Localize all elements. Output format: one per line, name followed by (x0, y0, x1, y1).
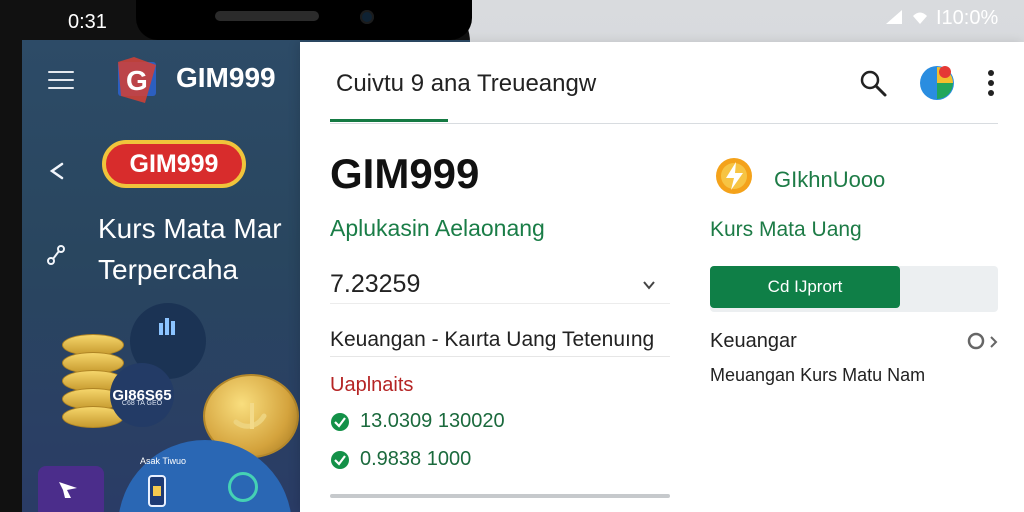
system-status-bar: I10:0% (884, 6, 1022, 30)
app-title: Cuivtu 9 ana Treueangw (336, 70, 597, 97)
meta-line: Meuangan Kurs Matu Nam (710, 365, 926, 385)
brand-small: GIM999 (176, 62, 276, 93)
value-dropdown[interactable]: 7.23259 (330, 270, 670, 304)
selected-value: 7.23259 (330, 270, 421, 298)
back-icon[interactable] (44, 157, 72, 185)
app-subtitle: Aplukasin Aelaonang (330, 215, 545, 241)
flag-icon (59, 482, 77, 498)
bottom-scroll-indicator (330, 494, 670, 498)
wifi-icon (913, 12, 927, 24)
menu-line (48, 87, 74, 89)
screenshot-canvas: I10:0% 0:31 G GIM999 GIM999 Kurs Mata Ma… (0, 0, 1024, 512)
lightning-coin-icon (716, 158, 752, 194)
hero-title: Kurs Mata Mar Terpercaha (98, 208, 308, 290)
right-brand: GIkhnUooo (774, 167, 886, 192)
share-icon[interactable] (43, 242, 71, 270)
svg-text:G: G (126, 65, 148, 96)
chart-icon (159, 318, 175, 335)
profile-icon[interactable] (917, 63, 957, 103)
status-text-1: 13.0309 130020 (360, 410, 505, 432)
search-icon[interactable] (858, 68, 888, 98)
radio-button-icon[interactable] (967, 332, 985, 350)
menu-line (48, 71, 74, 73)
description-divider (330, 356, 670, 357)
download-area: Cd IJprort (710, 266, 998, 312)
right-subtitle: Kurs Mata Uang (710, 218, 862, 241)
status-row-1: 13.0309 130020 (330, 410, 505, 433)
hero-line-1: Kurs Mata Mar (98, 213, 282, 244)
menu-button[interactable] (48, 71, 74, 89)
battery-status-text: I10:0% (936, 6, 999, 29)
menu-line (48, 79, 74, 81)
status-row-2: 0.9838 1000 (330, 448, 471, 471)
header-divider (330, 123, 998, 124)
circle-icon (228, 472, 258, 502)
download-button[interactable]: Cd IJprort (710, 266, 900, 308)
front-camera (360, 10, 374, 24)
chevron-down-icon (643, 281, 655, 290)
device-label: Asak Tiwuo (140, 456, 187, 466)
app-description: Keuangan - Kaırta Uang Tetenuıng (330, 328, 655, 351)
value-bubble-caption: C68 TA GEO (121, 400, 163, 407)
speaker-pill (215, 11, 319, 21)
hero-line-2: Terpercaha (98, 254, 239, 285)
brand-title: GIM999 (330, 150, 480, 197)
value-bubble: GI86S65 (110, 363, 174, 427)
device-icon (148, 475, 166, 507)
chevron-right-icon[interactable] (989, 335, 998, 349)
active-tab-indicator (330, 119, 448, 122)
gim-logo-icon: G (118, 57, 156, 103)
signal-icon (886, 10, 902, 24)
more-vertical-icon[interactable] (986, 68, 996, 98)
brand-pill: GIM999 (102, 140, 246, 188)
updates-label: Uaplnaits (330, 374, 414, 396)
check-circle-icon (331, 450, 349, 469)
phone-time: 0:31 (68, 11, 107, 33)
status-text-2: 0.9838 1000 (360, 448, 472, 470)
category-title: Keuangar (710, 330, 797, 352)
app-sheet: Cuivtu 9 ana Treueangw GIM999 Aplukasin … (300, 42, 1024, 512)
check-circle-icon (331, 412, 349, 431)
coin-symbol (233, 403, 267, 429)
